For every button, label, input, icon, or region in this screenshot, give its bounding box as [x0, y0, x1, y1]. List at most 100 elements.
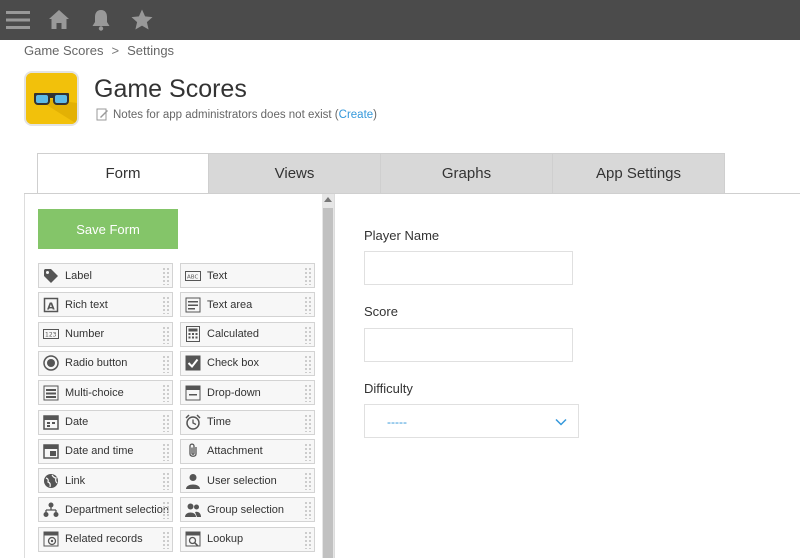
- globe-icon: [44, 473, 58, 488]
- multi-choice-icon: [43, 385, 59, 401]
- paperclip-icon: [189, 443, 197, 458]
- palette-item-label: Text: [207, 269, 228, 282]
- top-bar: [0, 0, 800, 40]
- palette-item-label: Group selection: [207, 503, 285, 516]
- palette-item-related-records[interactable]: Related records: [38, 526, 173, 552]
- palette-item-label: Label: [65, 269, 92, 282]
- drag-handle-icon[interactable]: [162, 267, 170, 285]
- drag-handle-icon[interactable]: [304, 530, 312, 549]
- palette-item-label: Radio button: [65, 357, 128, 370]
- score-input[interactable]: [364, 328, 573, 362]
- tab-app-settings[interactable]: App Settings: [553, 153, 725, 194]
- palette-item-label[interactable]: Label: [38, 263, 173, 288]
- drag-handle-icon[interactable]: [304, 384, 312, 403]
- tag-icon: [44, 268, 58, 283]
- palette-item-department-selection[interactable]: Department selection: [38, 497, 173, 523]
- svg-text:123: 123: [45, 332, 57, 339]
- palette-item-number[interactable]: 123 Number: [38, 321, 173, 347]
- palette-item-label: Number: [65, 328, 105, 341]
- drag-handle-icon[interactable]: [162, 442, 170, 461]
- palette-item-label: Attachment: [207, 445, 263, 458]
- palette-item-time[interactable]: Time: [180, 409, 315, 435]
- tab-views[interactable]: Views: [209, 153, 381, 194]
- number-icon: 123: [43, 329, 59, 340]
- palette-item-label: Check box: [207, 357, 259, 370]
- drag-handle-icon[interactable]: [162, 325, 170, 344]
- drag-handle-icon[interactable]: [162, 530, 170, 549]
- drag-handle-icon[interactable]: [304, 413, 312, 432]
- palette-item-drop-down[interactable]: Drop-down: [180, 380, 315, 406]
- menu-icon[interactable]: [5, 7, 31, 33]
- drag-handle-icon[interactable]: [304, 354, 312, 373]
- palette-item-label: Multi-choice: [65, 386, 124, 399]
- palette-item-check-box[interactable]: Check box: [180, 350, 315, 376]
- drag-handle-icon[interactable]: [304, 442, 312, 461]
- palette-item-multi-choice[interactable]: Multi-choice: [38, 380, 173, 406]
- tab-graphs[interactable]: Graphs: [381, 153, 553, 194]
- palette-item-label: Rich text: [65, 298, 108, 311]
- panel-divider: [334, 194, 335, 558]
- drag-handle-icon[interactable]: [304, 472, 312, 491]
- calculator-icon: [186, 326, 200, 343]
- palette-item-attachment[interactable]: Attachment: [180, 438, 315, 464]
- bell-icon[interactable]: [88, 7, 114, 33]
- edit-note-icon: [96, 108, 109, 121]
- drag-handle-icon[interactable]: [304, 267, 312, 285]
- clock-icon: [185, 414, 201, 430]
- palette-item-link[interactable]: Link: [38, 468, 173, 494]
- breadcrumb-settings[interactable]: Settings: [127, 43, 174, 58]
- svg-text:A: A: [47, 301, 55, 312]
- text-field-icon: ABC: [185, 270, 201, 281]
- difficulty-select[interactable]: -----: [364, 404, 579, 438]
- notes-text: Notes for app administrators does not ex…: [113, 108, 339, 121]
- palette-item-calculated[interactable]: Calculated: [180, 321, 315, 347]
- tab-form[interactable]: Form: [37, 153, 209, 194]
- breadcrumb-app[interactable]: Game Scores: [24, 43, 103, 58]
- app-notes: Notes for app administrators does not ex…: [96, 108, 377, 121]
- user-icon: [186, 473, 200, 489]
- palette-scrollbar[interactable]: [322, 194, 334, 558]
- drag-handle-icon[interactable]: [162, 413, 170, 432]
- palette-item-label: Date and time: [65, 445, 134, 458]
- drag-handle-icon[interactable]: [304, 501, 312, 520]
- palette-item-label: Link: [65, 474, 86, 487]
- drag-handle-icon[interactable]: [162, 384, 170, 403]
- star-icon[interactable]: [129, 7, 155, 33]
- palette-item-label: Calculated: [207, 328, 259, 341]
- create-notes-link[interactable]: Create: [339, 109, 374, 121]
- difficulty-value: -----: [387, 415, 407, 429]
- group-icon: [185, 503, 201, 517]
- drag-handle-icon[interactable]: [162, 296, 170, 315]
- palette-item-date[interactable]: Date: [38, 409, 173, 435]
- save-form-button[interactable]: Save Form: [38, 209, 178, 249]
- lookup-icon: [185, 531, 201, 547]
- palette-item-text-area[interactable]: Text area: [180, 292, 315, 318]
- tab-bar: Form Views Graphs App Settings: [37, 153, 725, 194]
- score-label: Score: [364, 304, 398, 319]
- drag-handle-icon[interactable]: [304, 296, 312, 315]
- home-icon[interactable]: [46, 7, 72, 33]
- drag-handle-icon[interactable]: [304, 325, 312, 344]
- drag-handle-icon[interactable]: [162, 354, 170, 373]
- scroll-up-arrow[interactable]: [324, 197, 332, 202]
- radio-icon: [43, 355, 59, 372]
- rich-text-icon: A: [43, 297, 59, 312]
- drag-handle-icon[interactable]: [162, 501, 170, 520]
- palette-item-date-and-time[interactable]: Date and time: [38, 438, 173, 464]
- player-name-input[interactable]: [364, 251, 573, 285]
- dropdown-icon: [185, 385, 201, 401]
- palette-item-lookup[interactable]: Lookup: [180, 526, 315, 552]
- palette-item-text[interactable]: ABC Text: [180, 263, 315, 288]
- palette-item-user-selection[interactable]: User selection: [180, 468, 315, 494]
- breadcrumb: Game Scores > Settings: [24, 43, 174, 58]
- palette-item-label: Date: [65, 416, 89, 428]
- palette-item-radio-button[interactable]: Radio button: [38, 350, 173, 376]
- palette-item-group-selection[interactable]: Group selection: [180, 497, 315, 523]
- drag-handle-icon[interactable]: [162, 472, 170, 491]
- breadcrumb-separator: >: [111, 43, 120, 58]
- player-name-label: Player Name: [364, 228, 440, 243]
- text-area-icon: [185, 297, 201, 313]
- palette-item-rich-text[interactable]: A Rich text: [38, 292, 173, 318]
- app-icon: [24, 71, 79, 126]
- scrollbar-thumb[interactable]: [323, 208, 333, 558]
